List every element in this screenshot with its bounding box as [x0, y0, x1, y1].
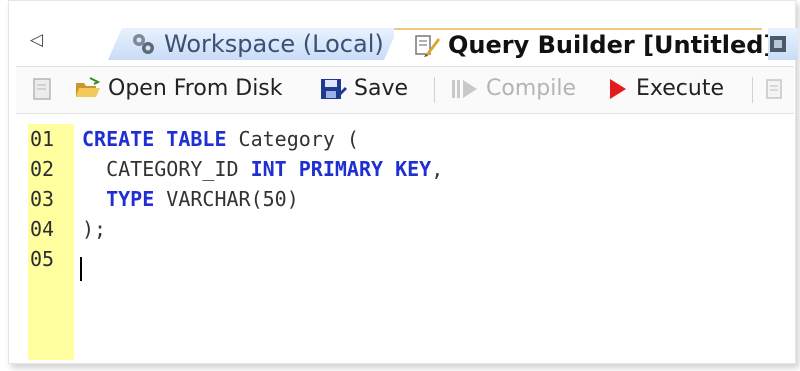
save-label: Save: [354, 76, 409, 101]
sql-text: );: [82, 217, 107, 241]
line-number: 05: [30, 247, 55, 271]
code-line: CREATE TABLE Category (: [82, 124, 359, 154]
tab-overflow-icon: [770, 36, 786, 52]
sql-keyword: TYPE: [106, 187, 155, 211]
line-number: 02: [30, 157, 55, 181]
sql-text: CATEGORY_ID: [82, 157, 251, 181]
compile-button[interactable]: Compile: [450, 73, 576, 105]
sql-editor[interactable]: 01 02 03 04 05 CREATE TABLE Category ( C…: [16, 114, 794, 360]
toolbar-separator: [434, 77, 435, 103]
query-builder-icon: [414, 32, 440, 58]
toolbar: Open From Disk Save Compile Execute: [16, 66, 794, 114]
tab-workspace-label: Workspace (Local): [164, 30, 384, 58]
code-line: );: [82, 214, 106, 244]
compile-label: Compile: [486, 76, 576, 101]
execute-label: Execute: [636, 76, 724, 101]
save-disk-icon: [321, 79, 347, 99]
save-button[interactable]: Save: [318, 73, 408, 105]
tab-scroll-left-icon[interactable]: ◁: [30, 30, 43, 50]
toolbar-overflow-button[interactable]: [764, 73, 790, 105]
compile-icon: [452, 80, 477, 98]
sql-keyword: CREATE TABLE: [82, 127, 227, 151]
sql-text: Category (: [226, 127, 359, 151]
toolbar-separator: [752, 77, 753, 103]
line-number: 03: [30, 187, 55, 211]
open-from-disk-label: Open From Disk: [108, 76, 283, 101]
tab-overflow[interactable]: [768, 28, 798, 60]
new-file-button[interactable]: [30, 73, 62, 105]
open-from-disk-button[interactable]: Open From Disk: [74, 73, 283, 105]
text-cursor: [80, 257, 82, 281]
tab-query-builder[interactable]: Query Builder [Untitled]: [394, 28, 774, 60]
tab-query-builder-label: Query Builder [Untitled]: [448, 31, 775, 59]
sql-text: ,: [431, 157, 444, 181]
sql-text: VARCHAR(50): [154, 187, 299, 211]
workspace-icon: [130, 31, 156, 57]
code-line: TYPE VARCHAR(50): [82, 184, 299, 214]
execute-icon: [610, 79, 626, 99]
tab-bar: ◁ Workspace (Local) Query Builder [Untit…: [16, 20, 798, 64]
document-icon: [766, 79, 782, 99]
new-file-icon: [33, 78, 51, 100]
execute-button[interactable]: Execute: [606, 73, 724, 105]
code-line: CATEGORY_ID INT PRIMARY KEY,: [82, 154, 443, 184]
line-number: 01: [30, 127, 55, 151]
open-folder-icon: [76, 77, 101, 97]
sql-keyword: INT PRIMARY KEY: [250, 157, 432, 181]
line-number: 04: [30, 217, 55, 241]
tab-workspace[interactable]: Workspace (Local): [108, 28, 398, 60]
